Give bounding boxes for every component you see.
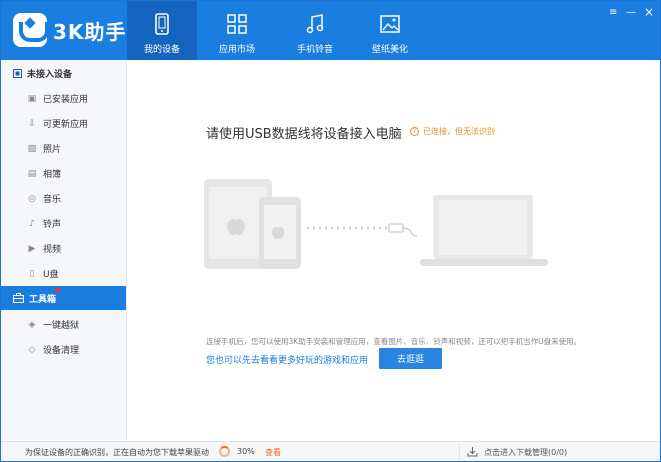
sidebar-item-updatable-apps[interactable]: ⇩ 可更新应用	[1, 111, 126, 136]
clean-icon: ◇	[28, 344, 36, 355]
sidebar-item-device-clean[interactable]: ◇ 设备清理	[1, 337, 126, 362]
warning-text: 已连接，但无法识别	[423, 127, 495, 136]
top-navigation-bar: 3K助手 我的设备 应用市场 手机铃音 壁纸美化 ≡ — ×	[1, 1, 660, 60]
view-link[interactable]: 查看	[265, 447, 281, 458]
status-divider	[459, 444, 460, 460]
app-logo[interactable]: 3K助手	[13, 13, 126, 47]
menu-icon[interactable]: ≡	[609, 7, 617, 18]
driver-download-message: 为保证设备的正确识别，正在自动为您下载苹果驱动	[25, 448, 209, 457]
download-icon[interactable]	[467, 446, 478, 457]
sidebar-item-label: U盘	[43, 270, 59, 280]
progress-spinner-icon	[219, 446, 230, 457]
album-icon: ▤	[27, 168, 37, 179]
sidebar: 未接入设备 ▣ 已安装应用 ⇩ 可更新应用 ▨ 照片 ▤ 相簿 ◎ 音乐 ♪ 铃…	[1, 60, 127, 440]
status-bar: 为保证设备的正确识别，正在自动为您下载苹果驱动 30% 查看 点击进入下载管理(…	[1, 441, 660, 461]
question-icon: ?	[410, 127, 419, 136]
sidebar-section-label: 未接入设备	[27, 69, 73, 80]
main-content: 请使用USB数据线将设备接入电脑 ? 已连接，但无法识别 连接手机后，您可以使用…	[128, 60, 660, 440]
sidebar-item-photos[interactable]: ▨ 照片	[1, 136, 126, 161]
connection-warning[interactable]: ? 已连接，但无法识别	[410, 126, 495, 137]
app-name: 3K助手	[53, 19, 127, 44]
update-icon: ⇩	[28, 118, 36, 129]
close-icon[interactable]: ×	[644, 5, 654, 19]
sidebar-item-label: 设备清理	[43, 346, 80, 356]
device-square-icon	[13, 68, 22, 78]
sidebar-item-label: 照片	[43, 145, 62, 155]
tab-ringtones[interactable]: 手机铃音	[280, 1, 350, 60]
tab-label: 壁纸美化	[371, 45, 408, 55]
tab-wallpaper[interactable]: 壁纸美化	[355, 1, 425, 60]
sidebar-item-label: 视频	[43, 245, 62, 255]
sidebar-item-label: 铃声	[43, 220, 62, 230]
sidebar-item-installed-apps[interactable]: ▣ 已安装应用	[1, 86, 126, 111]
sidebar-item-ringtones[interactable]: ♪ 铃声	[1, 211, 126, 236]
browse-button[interactable]: 去逛逛	[379, 348, 442, 369]
sidebar-section-label: 工具箱	[29, 294, 57, 305]
ringtone-icon: ♪	[29, 218, 35, 229]
minimize-icon[interactable]: —	[626, 7, 636, 18]
music-icon	[306, 14, 324, 34]
connect-headline: 请使用USB数据线将设备接入电脑	[206, 127, 402, 142]
grid-icon	[227, 14, 247, 34]
tab-label: 应用市场	[218, 45, 255, 55]
video-icon: ▶	[28, 243, 36, 254]
sidebar-item-music[interactable]: ◎ 音乐	[1, 186, 126, 211]
sidebar-item-albums[interactable]: ▤ 相簿	[1, 161, 126, 186]
sidebar-item-videos[interactable]: ▶ 视频	[1, 236, 126, 261]
sidebar-item-label: 已安装应用	[43, 95, 89, 105]
sidebar-item-label: 相簿	[43, 170, 62, 180]
progress-percent: 30%	[237, 447, 255, 456]
image-icon	[380, 15, 400, 33]
tab-label: 手机铃音	[296, 45, 333, 55]
device-icon	[155, 13, 169, 35]
installed-apps-icon: ▣	[27, 93, 37, 104]
tab-app-market[interactable]: 应用市场	[202, 1, 272, 60]
photo-icon: ▨	[27, 143, 37, 154]
sidebar-item-label: 一键越狱	[43, 321, 80, 331]
toolbox-icon	[13, 293, 24, 303]
download-manager-link[interactable]: 点击进入下载管理(0/0)	[484, 447, 567, 458]
sidebar-item-usb-drive[interactable]: ▯ U盘	[1, 261, 126, 286]
jailbreak-icon: ◈	[28, 319, 36, 330]
tab-my-device[interactable]: 我的设备	[127, 1, 197, 60]
logo-icon	[13, 13, 49, 47]
music-note-icon: ◎	[28, 193, 36, 204]
notification-dot	[55, 288, 60, 293]
sidebar-item-label: 可更新应用	[43, 120, 89, 130]
sidebar-item-label: 音乐	[43, 195, 62, 205]
games-apps-link[interactable]: 您也可以先去看看更多好玩的游戏和应用	[206, 353, 368, 366]
device-connection-illustration	[204, 179, 548, 269]
sidebar-item-jailbreak[interactable]: ◈ 一键越狱	[1, 312, 126, 337]
connection-description: 连接手机后，您可以使用3K助手安装和管理应用，查看图片、音乐、铃声和视频，还可以…	[206, 337, 582, 346]
app-window: 3K助手 我的设备 应用市场 手机铃音 壁纸美化 ≡ — × 未接入设备 ▣ 已…	[0, 0, 661, 462]
tab-label: 我的设备	[143, 45, 180, 55]
sidebar-section-toolbox[interactable]: 工具箱	[1, 286, 126, 310]
sidebar-section-device[interactable]: 未接入设备	[1, 61, 126, 85]
usb-drive-icon: ▯	[29, 268, 35, 279]
